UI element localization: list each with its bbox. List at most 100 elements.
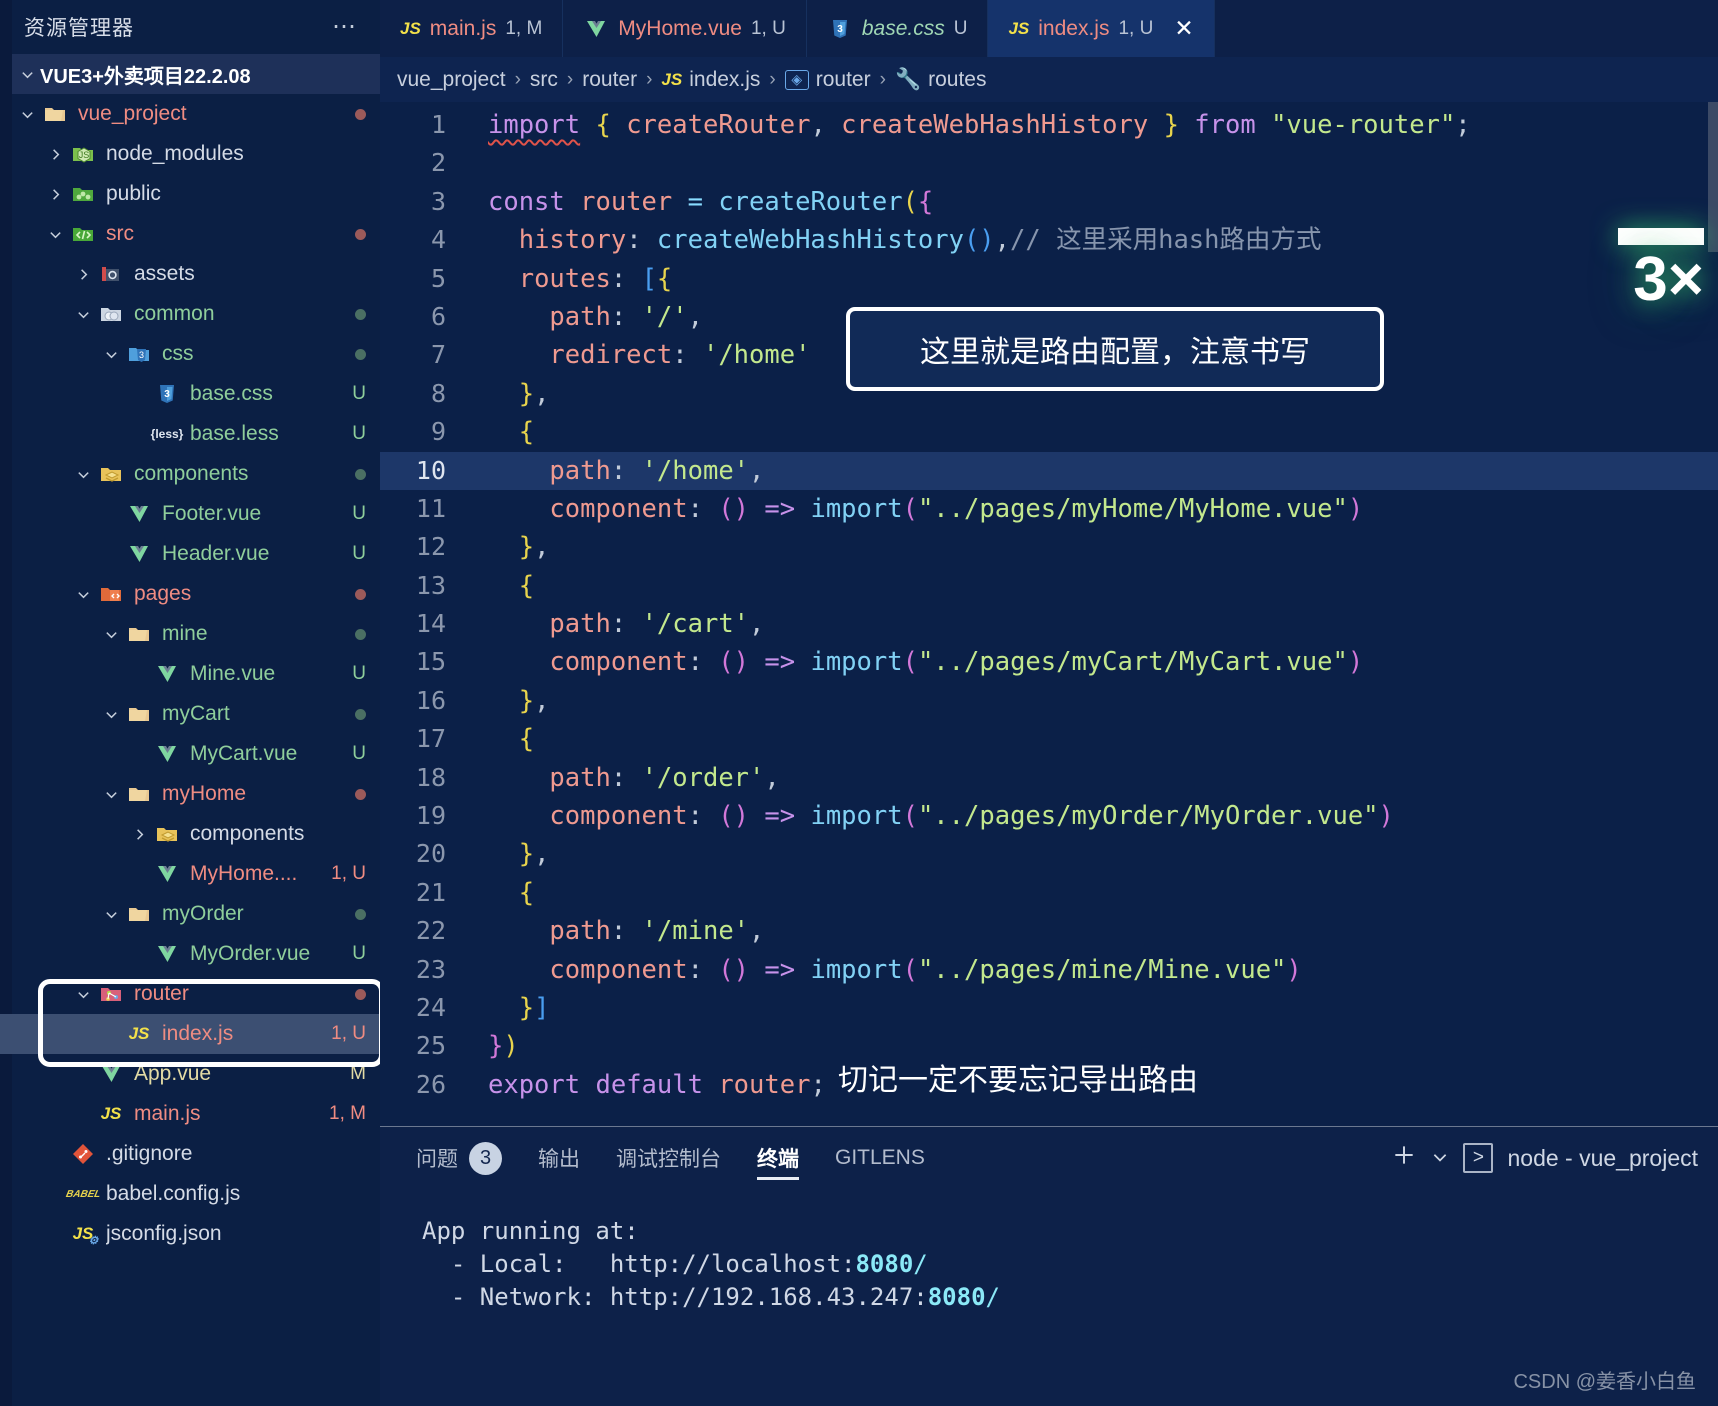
code-line[interactable]: 24 }] <box>380 989 1718 1027</box>
chevron-down-icon[interactable] <box>98 627 124 642</box>
code-line[interactable]: 4 history: createWebHashHistory(),// 这里采… <box>380 221 1718 259</box>
code-line[interactable]: 22 path: '/mine', <box>380 912 1718 950</box>
tree-item-mycart-vue[interactable]: MyCart.vue U <box>0 734 380 774</box>
panel-tab-调试控制台[interactable]: 调试控制台 <box>598 1127 739 1189</box>
tree-item-footer-vue[interactable]: Footer.vue U <box>0 494 380 534</box>
editor-tab-bar[interactable]: JS main.js 1, M MyHome.vue 1, U 3 base.css U JS i… <box>380 0 1718 57</box>
line-number: 13 <box>415 570 446 600</box>
code-line[interactable]: 12 }, <box>380 528 1718 566</box>
code-line[interactable]: 20 }, <box>380 835 1718 873</box>
tree-item-router[interactable]: router <box>0 974 380 1014</box>
breadcrumb-item-vue_project[interactable]: vue_project <box>397 68 506 92</box>
tree-item-public[interactable]: public <box>0 174 380 214</box>
breadcrumb[interactable]: vue_project › src › router › JS index.js › ◈ route… <box>380 57 1718 102</box>
chevron-down-icon[interactable] <box>1431 1145 1449 1172</box>
tree-item--gitignore[interactable]: .gitignore <box>0 1134 380 1174</box>
chevron-down-icon[interactable] <box>98 907 124 922</box>
chevron-down-icon[interactable] <box>98 787 124 802</box>
breadcrumb-item-src[interactable]: src <box>530 68 558 92</box>
code-lines[interactable]: 1 import { createRouter, createWebHashHis… <box>380 102 1718 1104</box>
tree-item-components[interactable]: components <box>0 454 380 494</box>
tree-item-node-modules[interactable]: JS node_modules <box>0 134 380 174</box>
chevron-down-icon[interactable] <box>14 107 40 122</box>
chevron-down-icon[interactable] <box>70 307 96 322</box>
code-line[interactable]: 19 component: () => import("../pages/myO… <box>380 797 1718 835</box>
chevron-down-icon[interactable] <box>70 587 96 602</box>
tree-item-base-css[interactable]: 3 base.css U <box>0 374 380 414</box>
ellipsis-icon[interactable]: ⋯ <box>332 14 358 39</box>
code-line[interactable]: 9 { <box>380 413 1718 451</box>
chevron-down-icon[interactable] <box>42 227 68 242</box>
chevron-right-icon[interactable] <box>42 187 68 202</box>
panel-tab-list[interactable]: 问题 3 输出 调试控制台 终端 GITLENS > node - vue_project <box>380 1127 1718 1189</box>
tree-item-label: src <box>106 222 134 245</box>
tree-item-label: Header.vue <box>162 542 270 565</box>
chevron-right-icon[interactable] <box>126 827 152 842</box>
code-line[interactable]: 23 component: () => import("../pages/min… <box>380 951 1718 989</box>
chevron-right-icon[interactable] <box>70 267 96 282</box>
tree-item-css[interactable]: 3 css <box>0 334 380 374</box>
terminal-name-label[interactable]: node - vue_project <box>1507 1145 1698 1172</box>
tree-item-mycart[interactable]: myCart <box>0 694 380 734</box>
code-line[interactable]: 1 import { createRouter, createWebHashHis… <box>380 106 1718 144</box>
tree-item-babel-config-js[interactable]: BABEL babel.config.js <box>0 1174 380 1214</box>
chevron-down-icon[interactable] <box>98 707 124 722</box>
breadcrumb-item-index-js[interactable]: JS index.js <box>661 68 760 92</box>
plus-icon[interactable] <box>1391 1142 1417 1174</box>
chevron-right-icon[interactable] <box>42 147 68 162</box>
file-tree[interactable]: vue_project JS node_modules public src assets… <box>0 94 380 1406</box>
tree-item-assets[interactable]: assets <box>0 254 380 294</box>
editor-scrollbar[interactable] <box>1708 102 1718 252</box>
tree-item-jsconfig-json[interactable]: JS ⚙ jsconfig.json <box>0 1214 380 1254</box>
code-line[interactable]: 13 { <box>380 567 1718 605</box>
tree-item-pages[interactable]: pages <box>0 574 380 614</box>
breadcrumb-item-routes[interactable]: 🔧 routes <box>895 68 987 92</box>
code-line[interactable]: 15 component: () => import("../pages/myC… <box>380 643 1718 681</box>
close-icon[interactable]: ✕ <box>1174 17 1193 40</box>
code-line[interactable]: 2 <box>380 144 1718 182</box>
line-content: { <box>518 417 535 448</box>
code-line[interactable]: 21 { <box>380 874 1718 912</box>
workspace-root-row[interactable]: VUE3+外卖项目22.2.08 <box>0 54 380 94</box>
tree-item-index-js[interactable]: JS index.js 1, U <box>0 1014 380 1054</box>
code-line[interactable]: 5 routes: [{ <box>380 260 1718 298</box>
code-line[interactable]: 10 path: '/home', <box>380 451 1718 490</box>
tree-item-header-vue[interactable]: Header.vue U <box>0 534 380 574</box>
breadcrumb-item-router[interactable]: ◈ router <box>784 68 871 92</box>
editor-tab-MyHome-vue[interactable]: MyHome.vue 1, U <box>563 0 807 57</box>
folder-status-dot <box>355 988 366 1000</box>
tree-item-myhome[interactable]: myHome <box>0 774 380 814</box>
chevron-down-icon[interactable] <box>70 467 96 482</box>
chevron-down-icon[interactable] <box>98 347 124 362</box>
code-line[interactable]: 16 }, <box>380 682 1718 720</box>
editor-tab-main-js[interactable]: JS main.js 1, M <box>380 0 564 57</box>
tree-item-base-less[interactable]: {less} base.less U <box>0 414 380 454</box>
terminal-icon[interactable]: > <box>1463 1143 1494 1173</box>
code-editor[interactable]: 1 import { createRouter, createWebHashHis… <box>380 102 1718 1126</box>
tree-item-myhome-[interactable]: MyHome.... 1, U <box>0 854 380 894</box>
code-line[interactable]: 14 path: '/cart', <box>380 605 1718 643</box>
code-line[interactable]: 17 { <box>380 720 1718 758</box>
tree-item-mine[interactable]: mine <box>0 614 380 654</box>
tree-item-mine-vue[interactable]: Mine.vue U <box>0 654 380 694</box>
panel-tab-输出[interactable]: 输出 <box>520 1127 598 1189</box>
tree-item-app-vue[interactable]: App.vue M <box>0 1054 380 1094</box>
chevron-down-icon[interactable] <box>70 987 96 1002</box>
breadcrumb-item-router[interactable]: router <box>582 68 637 92</box>
code-line[interactable]: 3 const router = createRouter({ <box>380 183 1718 221</box>
editor-tab-base-css[interactable]: 3 base.css U <box>806 0 989 57</box>
tree-item-myorder[interactable]: myOrder <box>0 894 380 934</box>
panel-tab-问题[interactable]: 问题 3 <box>398 1127 520 1189</box>
editor-tab-index-js[interactable]: JS index.js 1, U ✕ <box>988 0 1215 57</box>
tree-item-components[interactable]: components <box>0 814 380 854</box>
code-line[interactable]: 11 component: () => import("../pages/myH… <box>380 490 1718 528</box>
tree-item-src[interactable]: src <box>0 214 380 254</box>
tree-item-main-js[interactable]: JS main.js 1, M <box>0 1094 380 1134</box>
tree-item-myorder-vue[interactable]: MyOrder.vue U <box>0 934 380 974</box>
panel-tab-终端[interactable]: 终端 <box>739 1127 817 1189</box>
code-line[interactable]: 18 path: '/order', <box>380 759 1718 797</box>
tree-item-label: pages <box>134 582 192 605</box>
tree-item-vue-project[interactable]: vue_project <box>0 94 380 134</box>
tree-item-common[interactable]: common <box>0 294 380 334</box>
panel-tab-GITLENS[interactable]: GITLENS <box>817 1127 943 1189</box>
